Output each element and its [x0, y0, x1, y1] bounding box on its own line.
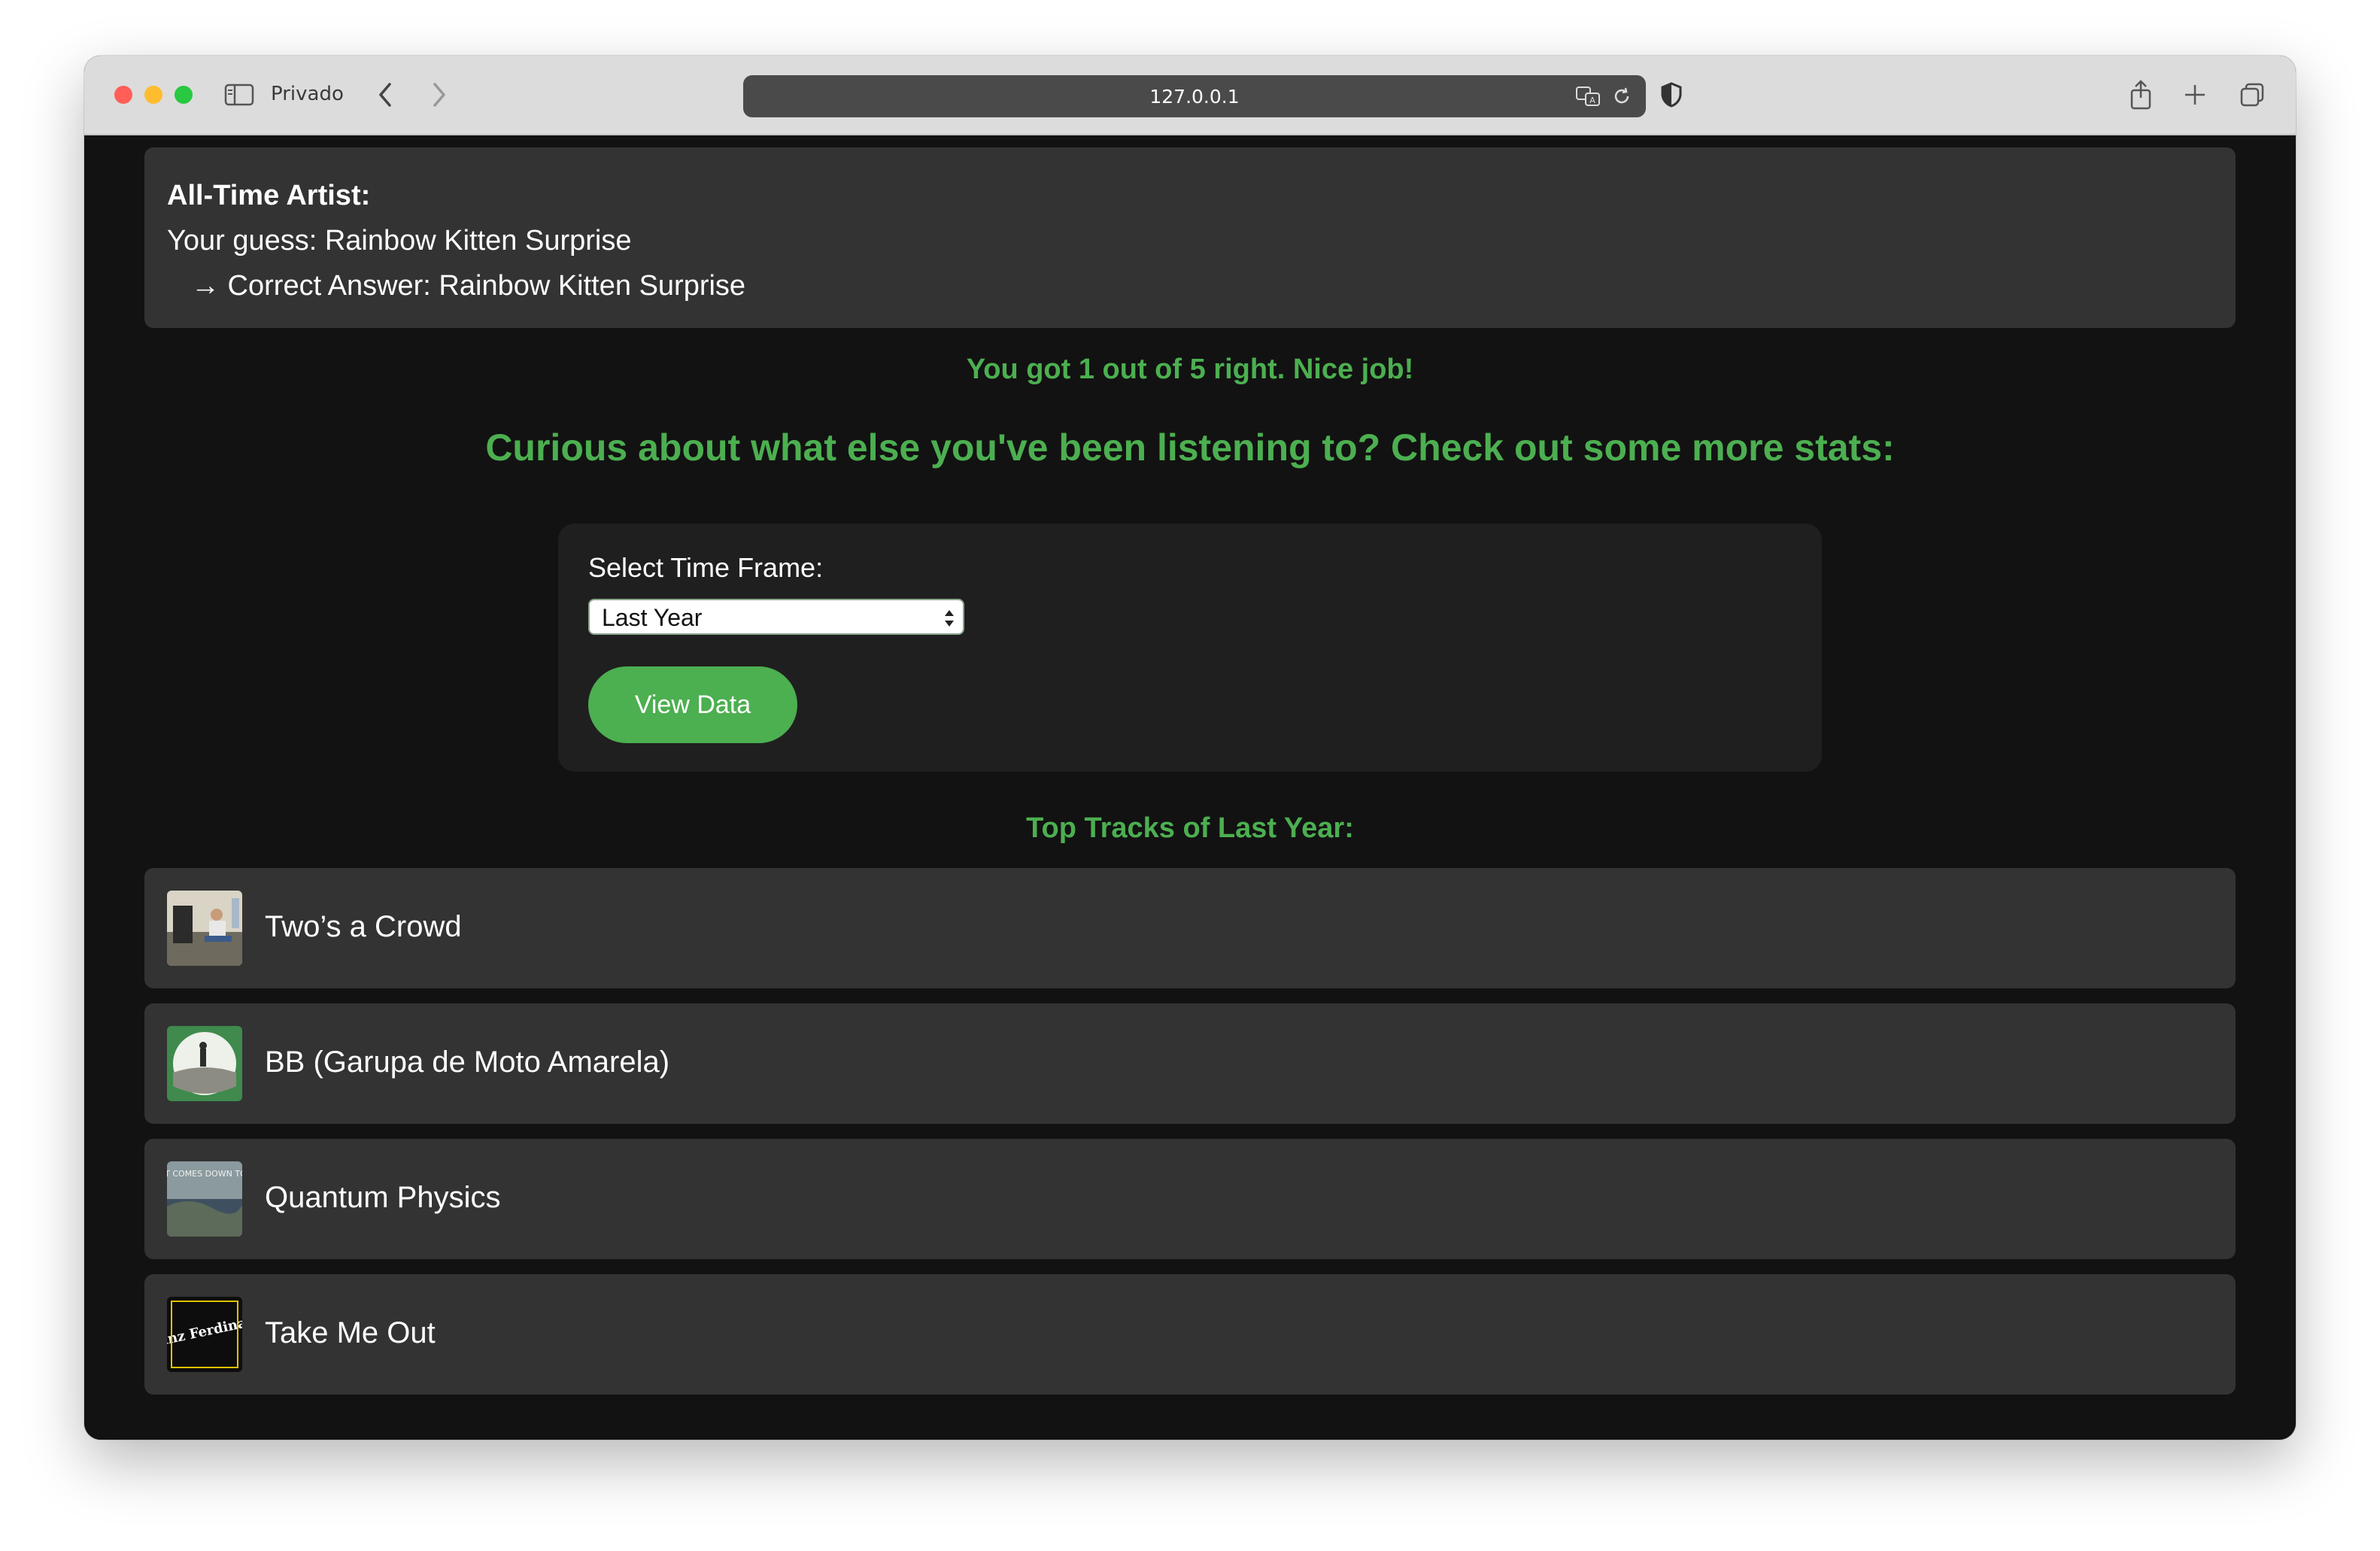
browser-toolbar: Privado 127.0.0.1 A	[84, 56, 2296, 135]
forward-icon[interactable]	[420, 75, 459, 114]
shield-icon[interactable]	[1652, 75, 1691, 114]
track-item[interactable]: BB (Garupa de Moto Amarela)	[144, 1003, 2236, 1124]
track-name: Two’s a Crowd	[265, 910, 462, 943]
top-tracks-title: Top Tracks of Last Year:	[1026, 812, 1354, 844]
page-content: All-Time Artist: Your guess: Rainbow Kit…	[84, 135, 2296, 1440]
track-item[interactable]: Two’s a Crowd	[144, 868, 2236, 988]
artist-correct-answer: → Correct Answer: Rainbow Kitten Surpris…	[191, 270, 746, 302]
sidebar-icon[interactable]	[220, 75, 259, 114]
select-arrows-icon	[943, 606, 955, 635]
track-item[interactable]: IF IT COMES DOWN TO IT Quantum Physics	[144, 1139, 2236, 1259]
top-tracks-list: Two’s a Crowd BB (Garupa de Moto Amarela…	[144, 868, 2236, 1410]
url-text: 127.0.0.1	[1149, 86, 1240, 108]
close-window-button[interactable]	[114, 86, 132, 104]
album-art: Franz Ferdinand	[167, 1297, 242, 1372]
album-art: IF IT COMES DOWN TO IT	[167, 1161, 242, 1237]
album-art	[167, 1026, 242, 1101]
album-art-text: IF IT COMES DOWN TO IT	[167, 1169, 242, 1179]
artist-result-card: All-Time Artist: Your guess: Rainbow Kit…	[144, 147, 2236, 328]
share-icon[interactable]	[2121, 75, 2160, 114]
artist-guess: Your guess: Rainbow Kitten Surprise	[167, 225, 632, 256]
score-message: You got 1 out of 5 right. Nice job!	[966, 354, 1414, 385]
artist-result-title: All-Time Artist:	[167, 180, 371, 211]
browser-window: Privado 127.0.0.1 A All-Time Artist: You…	[84, 56, 2296, 1440]
track-name: BB (Garupa de Moto Amarela)	[265, 1046, 670, 1079]
time-frame-select[interactable]: Last Year	[588, 599, 964, 635]
track-name: Quantum Physics	[265, 1181, 501, 1214]
minimize-window-button[interactable]	[144, 86, 162, 104]
address-bar[interactable]: 127.0.0.1 A	[743, 75, 1646, 117]
translate-icon[interactable]: A	[1574, 81, 1604, 111]
private-mode-label: Privado	[271, 83, 344, 105]
back-icon[interactable]	[366, 75, 405, 114]
svg-text:A: A	[1589, 96, 1595, 105]
time-frame-form: Select Time Frame: Last Year View Data	[558, 524, 1822, 772]
time-frame-label: Select Time Frame:	[588, 552, 824, 583]
new-tab-icon[interactable]	[2175, 75, 2215, 114]
view-data-button[interactable]: View Data	[588, 666, 797, 743]
track-name: Take Me Out	[265, 1316, 436, 1349]
reload-icon[interactable]	[1607, 81, 1637, 111]
stats-heading: Curious about what else you've been list…	[485, 426, 1895, 469]
album-art	[167, 891, 242, 966]
tab-overview-icon[interactable]	[2233, 75, 2272, 114]
time-frame-selected-value: Last Year	[602, 604, 703, 631]
track-item[interactable]: Franz Ferdinand Take Me Out	[144, 1274, 2236, 1395]
maximize-window-button[interactable]	[175, 86, 193, 104]
